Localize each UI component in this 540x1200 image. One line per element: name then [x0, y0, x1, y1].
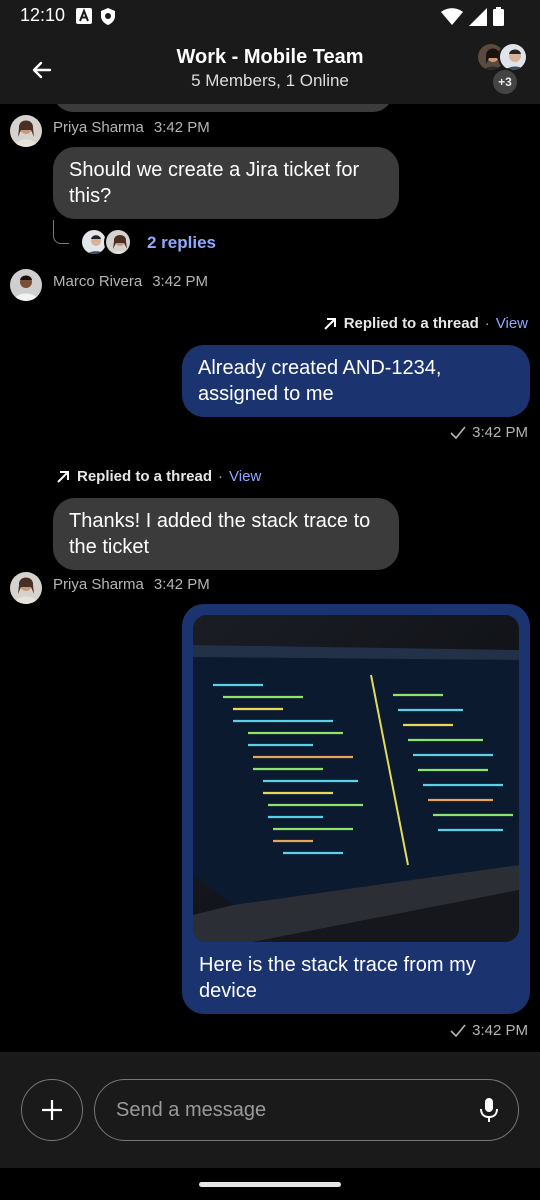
status-left-icons [76, 8, 116, 25]
check-icon [450, 425, 466, 439]
avatar[interactable] [10, 269, 42, 301]
message-sender: Marco Rivera 3:42 PM [53, 273, 208, 290]
reply-avatar [104, 228, 132, 256]
message-list[interactable]: Priya Sharma 3:42 PM Should we create a J… [0, 104, 540, 1052]
message-time: 3:42 PM [472, 424, 528, 441]
message-bubble[interactable]: Thanks! I added the stack trace to the t… [53, 498, 399, 570]
thread-reply-note: Replied to a thread · View [55, 468, 261, 485]
extra-members-badge: +3 [491, 68, 519, 96]
reply-avatars [80, 228, 140, 258]
separator-dot: · [484, 315, 490, 332]
message-composer: Send a message [0, 1052, 540, 1168]
message-input[interactable]: Send a message [94, 1079, 519, 1141]
home-gesture-handle[interactable] [199, 1182, 341, 1187]
message-bubble[interactable]: Should we create a Jira ticket for this? [53, 147, 399, 219]
add-attachment-button[interactable] [21, 1079, 83, 1141]
message-time: 3:42 PM [153, 576, 210, 593]
status-bar: 12:10 [0, 0, 540, 32]
chat-header: Work - Mobile Team 5 Members, 1 Online +… [0, 32, 540, 104]
laptop-code-image [193, 615, 519, 942]
sender-name[interactable]: Priya Sharma [53, 119, 144, 136]
thread-label: Replied to a thread [77, 468, 213, 485]
message-time: 3:42 PM [153, 119, 210, 136]
message-sender: Priya Sharma 3:42 PM [53, 119, 210, 136]
replies-link[interactable]: 2 replies [147, 233, 216, 253]
message-text: Here is the stack trace from my device [199, 954, 476, 1002]
avatar[interactable] [10, 115, 42, 147]
battery-icon [493, 7, 504, 26]
cell-signal-icon [469, 7, 487, 26]
thread-label: Replied to a thread [343, 315, 479, 332]
sender-name[interactable]: Priya Sharma [53, 576, 144, 593]
thread-connector [53, 220, 69, 244]
microphone-icon[interactable] [478, 1097, 500, 1123]
separator-dot: · [218, 468, 224, 485]
message-bubble-partial[interactable] [53, 104, 393, 112]
message-status: 3:42 PM [450, 424, 528, 441]
a-box-icon [76, 8, 92, 24]
system-nav-bar [0, 1168, 540, 1200]
shield-icon [101, 8, 115, 25]
wifi-icon [441, 7, 463, 25]
arrow-up-right-icon [57, 470, 69, 483]
message-status: 3:42 PM [450, 1022, 528, 1039]
plus-icon [42, 1100, 62, 1120]
member-avatars[interactable]: +3 [476, 42, 532, 98]
message-bubble[interactable]: Already created AND-1234, assigned to me [182, 345, 530, 417]
channel-subtitle: 5 Members, 1 Online [191, 71, 349, 90]
avatar[interactable] [10, 572, 42, 604]
check-icon [450, 1023, 466, 1037]
image-message-bubble[interactable]: Here is the stack trace from my device [182, 604, 530, 1014]
image-attachment[interactable] [193, 615, 519, 942]
thread-view-link[interactable]: View [229, 468, 261, 485]
channel-title[interactable]: Work - Mobile Team [0, 46, 540, 69]
sender-name[interactable]: Marco Rivera [53, 273, 142, 290]
message-time: 3:42 PM [472, 1022, 528, 1039]
message-input-placeholder: Send a message [116, 1099, 267, 1121]
status-right-icons [441, 7, 504, 26]
message-time: 3:42 PM [152, 273, 209, 290]
thread-reply-note: Replied to a thread · View [322, 315, 528, 332]
arrow-up-right-icon [324, 317, 336, 330]
status-time: 12:10 [20, 5, 66, 25]
message-sender: Priya Sharma 3:42 PM [53, 576, 210, 593]
thread-view-link[interactable]: View [496, 315, 528, 332]
